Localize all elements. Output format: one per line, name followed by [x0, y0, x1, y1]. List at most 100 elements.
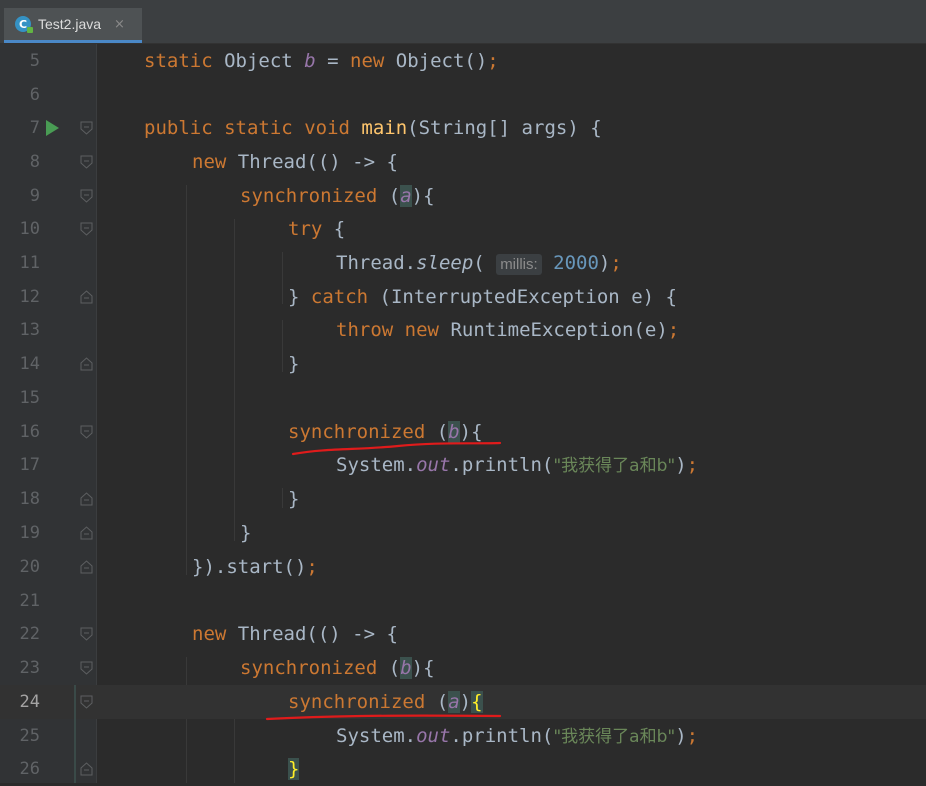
- line-number: 23: [19, 658, 40, 678]
- line-code: }: [288, 482, 299, 516]
- code-line: 26 }: [0, 752, 926, 786]
- field-name: b: [400, 657, 412, 679]
- editor-tab[interactable]: C Test2.java ×: [4, 8, 142, 43]
- red-underline-annotation: [291, 441, 502, 456]
- keyword: try: [288, 218, 323, 240]
- brace: }: [240, 522, 252, 544]
- constructor-call: Object(): [395, 50, 488, 72]
- keyword: synchronized: [240, 185, 378, 207]
- line-code: synchronized (b){: [240, 651, 435, 685]
- line-code: }: [288, 752, 300, 786]
- line-number: 25: [19, 726, 40, 746]
- line-number: 22: [19, 624, 40, 644]
- thread-lambda: Thread(() -> {: [237, 623, 398, 645]
- line-number: 9: [29, 186, 40, 206]
- line-number: 10: [19, 219, 40, 239]
- semicolon: ;: [610, 252, 622, 274]
- static-method: sleep: [416, 252, 474, 274]
- type-name: Object: [224, 50, 293, 72]
- fold-icon[interactable]: [80, 189, 93, 203]
- class-ref: System.: [336, 725, 417, 747]
- fold-icon[interactable]: [80, 492, 93, 506]
- run-icon[interactable]: [46, 120, 59, 136]
- line-number: 20: [19, 557, 40, 577]
- fold-icon[interactable]: [80, 762, 93, 776]
- fold-icon[interactable]: [80, 560, 93, 574]
- close-paren: ): [598, 252, 611, 274]
- fold-icon[interactable]: [80, 222, 93, 236]
- string-literal: "我获得了a和b": [553, 727, 676, 747]
- fold-icon[interactable]: [80, 425, 93, 439]
- close-paren: ): [675, 725, 687, 747]
- red-underline-annotation: [265, 714, 502, 721]
- semicolon: ;: [667, 319, 680, 341]
- line-number: 5: [29, 51, 40, 71]
- keyword: public: [144, 117, 213, 139]
- keyword: void: [304, 117, 350, 139]
- semicolon: ;: [306, 556, 318, 578]
- fold-icon[interactable]: [80, 526, 93, 540]
- open-paren: (: [388, 657, 401, 679]
- brace: }: [288, 488, 300, 510]
- fold-icon[interactable]: [80, 627, 93, 641]
- line-code: System.out.println("我获得了a和b");: [336, 719, 698, 754]
- java-class-icon: C: [15, 16, 33, 33]
- code-editor[interactable]: 5 static Object b = new Object(); 6 7 pu…: [0, 44, 926, 783]
- operator: =: [327, 50, 339, 72]
- code-line: 9 synchronized (a){: [0, 179, 926, 213]
- string-literal: "我获得了a和b": [553, 456, 676, 476]
- line-code: Thread.sleep( millis: 2000);: [336, 246, 622, 282]
- fold-icon[interactable]: [80, 155, 93, 169]
- close-paren: ): [675, 454, 687, 476]
- fold-icon[interactable]: [80, 121, 93, 135]
- number-literal: 2000: [553, 252, 599, 274]
- ide-window: C Test2.java × 5 static Object b = new O…: [0, 0, 926, 783]
- line-code: throw new RuntimeException(e);: [336, 313, 679, 347]
- current-line-marker: [74, 685, 76, 783]
- code-line: 12 } catch (InterruptedException e) {: [0, 280, 926, 314]
- brace: }: [288, 353, 300, 375]
- line-number: 16: [19, 422, 40, 442]
- fold-icon[interactable]: [80, 695, 93, 709]
- brace: }: [288, 286, 311, 308]
- code-line: 22 new Thread(() -> {: [0, 617, 926, 651]
- code-line: 21: [0, 584, 926, 618]
- close-paren-brace: ){: [411, 185, 435, 207]
- line-number: 17: [19, 455, 40, 475]
- fold-icon[interactable]: [80, 661, 93, 675]
- line-code: new Thread(() -> {: [192, 617, 398, 651]
- semicolon: ;: [487, 50, 499, 72]
- thread-lambda: Thread(() -> {: [237, 151, 398, 173]
- line-code: }: [288, 347, 299, 381]
- line-number: 13: [19, 320, 40, 340]
- keyword: synchronized: [240, 657, 378, 679]
- keyword: static: [144, 50, 213, 72]
- close-tab-icon[interactable]: ×: [114, 17, 125, 32]
- keyword: catch: [310, 286, 369, 308]
- code-line: 15: [0, 381, 926, 415]
- code-line: 10 try {: [0, 212, 926, 246]
- fold-icon[interactable]: [80, 357, 93, 371]
- editor-tab-bar: C Test2.java ×: [0, 0, 926, 44]
- line-number: 8: [29, 152, 40, 172]
- class-ref: Thread.: [336, 252, 417, 274]
- brace: {: [322, 218, 346, 240]
- code-line: 19 }: [0, 516, 926, 550]
- line-number: 24: [19, 692, 40, 712]
- code-line: 14 }: [0, 347, 926, 381]
- line-number: 6: [29, 85, 40, 105]
- line-code: static Object b = new Object();: [144, 44, 499, 78]
- line-number: 7: [29, 118, 40, 138]
- line-number: 19: [19, 523, 40, 543]
- keyword: new: [350, 50, 385, 72]
- line-number: 14: [19, 354, 40, 374]
- open-paren: (: [473, 252, 485, 274]
- line-number: 21: [19, 591, 40, 611]
- line-number: 15: [19, 388, 40, 408]
- line-code: }: [240, 516, 251, 550]
- code-line: 13 throw new RuntimeException(e);: [0, 313, 926, 347]
- open-paren: (: [388, 185, 401, 207]
- line-code: } catch (InterruptedException e) {: [288, 280, 677, 314]
- keyword: static: [224, 117, 293, 139]
- fold-icon[interactable]: [80, 290, 93, 304]
